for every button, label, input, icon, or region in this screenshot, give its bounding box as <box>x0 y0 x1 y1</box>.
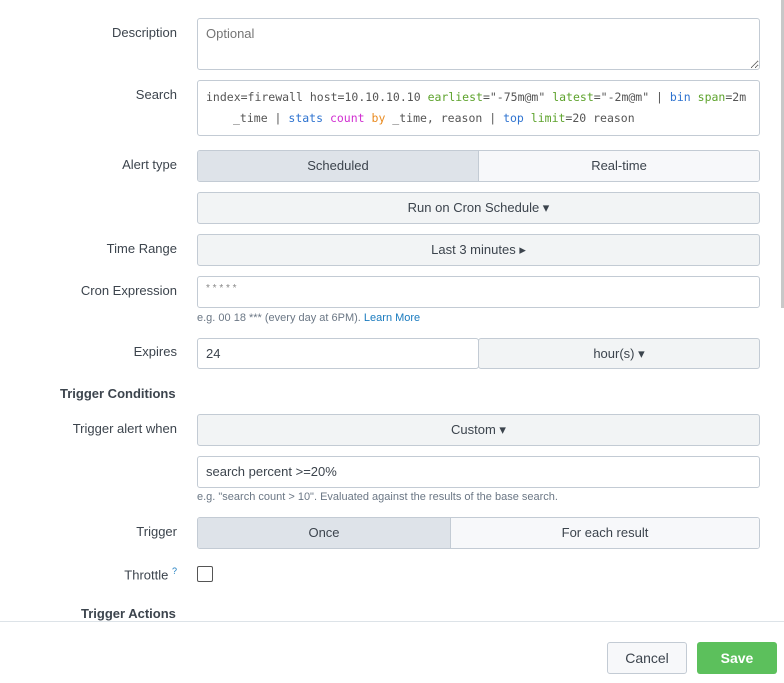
search-token: =20 reason <box>565 111 635 125</box>
alert-type-scheduled[interactable]: Scheduled <box>198 151 478 181</box>
cron-input[interactable]: * * * * * <box>197 276 760 308</box>
cron-help-text: e.g. 00 18 *** (every day at 6PM). <box>197 312 364 324</box>
trigger-conditions-heading: Trigger Conditions <box>60 386 176 401</box>
search-token <box>323 111 330 125</box>
search-token: by <box>371 111 386 125</box>
alert-type-label: Alert type <box>122 157 177 172</box>
search-token: bin <box>669 90 691 104</box>
trigger-when-dropdown[interactable]: Custom ▾ <box>197 414 760 446</box>
search-token: stats <box>288 111 324 125</box>
expires-unit-dropdown[interactable]: hour(s) ▾ <box>478 338 760 369</box>
search-token <box>691 90 698 104</box>
search-token: count <box>329 111 365 125</box>
condition-input[interactable]: search percent >=20% <box>197 456 760 488</box>
cron-label: Cron Expression <box>80 283 177 298</box>
save-button[interactable]: Save <box>697 642 777 674</box>
throttle-checkbox[interactable] <box>197 566 213 582</box>
search-token: _time, reason | <box>385 111 504 125</box>
search-line-1: index=firewall host=10.10.10.10 earliest… <box>206 87 751 108</box>
expires-input[interactable]: 24 <box>197 338 479 369</box>
search-token: ="-75m@m" <box>482 90 553 104</box>
search-token: =2m <box>725 90 747 104</box>
search-line-2: _time | stats count by _time, reason | t… <box>206 108 751 129</box>
trigger-toggle: Once For each result <box>197 517 760 549</box>
help-icon[interactable]: ? <box>172 566 177 576</box>
alert-type-toggle: Scheduled Real-time <box>197 150 760 182</box>
time-range-picker[interactable]: Last 3 minutes ▸ <box>197 234 760 266</box>
throttle-text: Throttle <box>124 567 169 583</box>
trigger-each-result[interactable]: For each result <box>450 518 759 548</box>
search-token: span <box>697 90 726 104</box>
search-token <box>365 111 372 125</box>
search-token <box>524 111 531 125</box>
description-input[interactable] <box>197 18 760 70</box>
throttle-label: Throttle ? <box>124 566 177 582</box>
time-range-label: Time Range <box>106 241 177 256</box>
expires-label: Expires <box>133 344 177 359</box>
trigger-when-label: Trigger alert when <box>72 421 177 436</box>
search-token: limit <box>530 111 566 125</box>
cron-help: e.g. 00 18 *** (every day at 6PM). Learn… <box>197 312 420 324</box>
search-token: _time | <box>233 111 289 125</box>
search-token: index=firewall host=10.10.10.10 <box>206 90 428 104</box>
alert-type-realtime[interactable]: Real-time <box>478 151 759 181</box>
search-label: Search <box>135 87 177 102</box>
condition-help: e.g. "search count > 10". Evaluated agai… <box>197 491 558 503</box>
search-token: top <box>503 111 524 125</box>
cron-schedule-dropdown[interactable]: Run on Cron Schedule ▾ <box>197 192 760 224</box>
description-label: Description <box>111 25 177 40</box>
trigger-once[interactable]: Once <box>198 518 450 548</box>
search-token: ="-2m@m" | <box>593 90 670 104</box>
trigger-label: Trigger <box>136 524 177 539</box>
learn-more-link[interactable]: Learn More <box>364 312 420 324</box>
footer-divider <box>0 621 784 622</box>
search-token: earliest <box>427 90 483 104</box>
search-input[interactable]: index=firewall host=10.10.10.10 earliest… <box>197 80 760 136</box>
search-token: latest <box>552 90 594 104</box>
cancel-button[interactable]: Cancel <box>607 642 687 674</box>
trigger-actions-heading: Trigger Actions <box>81 606 176 621</box>
